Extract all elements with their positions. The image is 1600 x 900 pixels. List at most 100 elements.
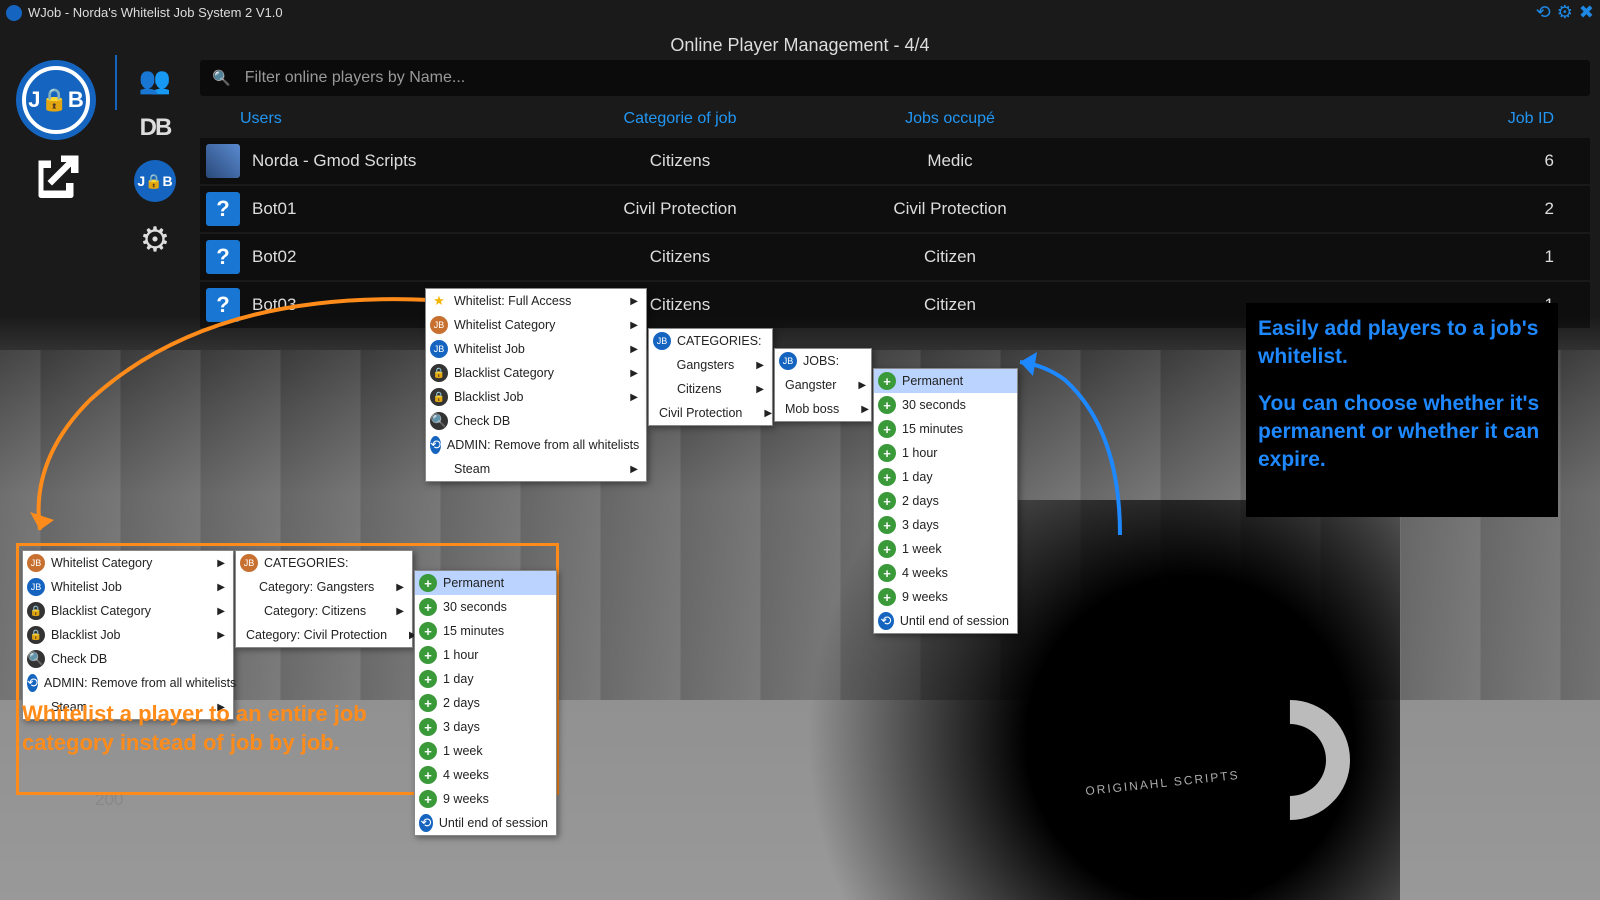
menu-item[interactable]: Mob boss▶ xyxy=(775,397,871,421)
menu-item[interactable]: 🔒Blacklist Job▶ xyxy=(426,385,646,409)
menu-item[interactable]: +1 hour xyxy=(874,441,1017,465)
number-200: 200 xyxy=(95,790,123,810)
menu-item[interactable]: +9 weeks xyxy=(874,585,1017,609)
menu-item[interactable]: +Permanent xyxy=(874,369,1017,393)
menu-item[interactable]: +1 hour xyxy=(415,643,556,667)
chevron-right-icon: ▶ xyxy=(740,384,764,395)
plus-icon: + xyxy=(878,588,896,606)
gear-icon[interactable]: ⚙ xyxy=(140,220,170,260)
menu-item[interactable]: +1 day xyxy=(415,667,556,691)
menu-item[interactable]: Gangster▶ xyxy=(775,373,871,397)
menu-item[interactable]: JBWhitelist Job▶ xyxy=(426,337,646,361)
menu-item-label: Whitelist Category xyxy=(51,556,152,570)
context-submenu-duration[interactable]: +Permanent+30 seconds+15 minutes+1 hour+… xyxy=(873,368,1018,634)
chevron-right-icon: ▶ xyxy=(740,360,764,371)
plus-icon: + xyxy=(419,670,437,688)
menu-item[interactable]: JBWhitelist Category▶ xyxy=(23,551,233,575)
chevron-right-icon: ▶ xyxy=(614,320,638,331)
menu-item[interactable]: ⟲Until end of session xyxy=(415,811,556,835)
menu-item[interactable]: JBCATEGORIES: xyxy=(236,551,412,575)
menu-item[interactable]: Steam▶ xyxy=(426,457,646,481)
menu-item[interactable]: 🔒Blacklist Job▶ xyxy=(23,623,233,647)
menu-item[interactable]: Citizens▶ xyxy=(649,377,772,401)
menu-item[interactable]: JBCATEGORIES: xyxy=(649,329,772,353)
plus-icon: + xyxy=(878,420,896,438)
players-icon[interactable]: 👥 xyxy=(139,65,171,96)
menu-item[interactable]: +15 minutes xyxy=(415,619,556,643)
menu-item-label: Blacklist Category xyxy=(454,366,554,380)
menu-item-label: Check DB xyxy=(51,652,107,666)
mag-icon: 🔍 xyxy=(430,412,448,430)
menu-item[interactable]: +1 week xyxy=(874,537,1017,561)
menu-item[interactable]: 🔍Check DB xyxy=(426,409,646,433)
wj-icon: JB xyxy=(430,316,448,334)
menu-item[interactable]: Category: Civil Protection▶ xyxy=(236,623,412,647)
close-icon[interactable]: ✖ xyxy=(1579,2,1594,23)
menu-item[interactable]: 🔒Blacklist Category▶ xyxy=(426,361,646,385)
menu-item[interactable]: +Permanent xyxy=(415,571,556,595)
menu-item[interactable]: Gangsters▶ xyxy=(649,353,772,377)
context-menu-main-2[interactable]: JBWhitelist Category▶JBWhitelist Job▶🔒Bl… xyxy=(22,550,234,720)
context-submenu-categories[interactable]: JBCATEGORIES:Gangsters▶Citizens▶Civil Pr… xyxy=(648,328,773,426)
table-row[interactable]: Bot01 Civil Protection Civil Protection … xyxy=(200,186,1590,232)
menu-item-label: 1 hour xyxy=(902,446,937,460)
menu-item[interactable]: +2 days xyxy=(415,691,556,715)
menu-item[interactable]: Category: Gangsters▶ xyxy=(236,575,412,599)
menu-item[interactable]: +4 weeks xyxy=(874,561,1017,585)
menu-item[interactable]: 🔒Blacklist Category▶ xyxy=(23,599,233,623)
settings-icon[interactable]: ⚙ xyxy=(1557,2,1573,23)
table-row[interactable]: Bot02 Citizens Citizen 1 xyxy=(200,234,1590,280)
menu-item[interactable]: Civil Protection▶ xyxy=(649,401,772,425)
sidebar: J🔒B xyxy=(6,60,106,224)
lock-icon: 🔒 xyxy=(27,602,45,620)
menu-item[interactable]: JBJOBS: xyxy=(775,349,871,373)
table-row[interactable]: Norda - Gmod Scripts Citizens Medic 6 xyxy=(200,138,1590,184)
context-submenu-duration-2[interactable]: +Permanent+30 seconds+15 minutes+1 hour+… xyxy=(414,570,557,836)
col-users: Users xyxy=(240,110,550,128)
context-submenu-categories-2[interactable]: JBCATEGORIES:Category: Gangsters▶Categor… xyxy=(235,550,413,648)
menu-item-label: 2 days xyxy=(443,696,480,710)
menu-item[interactable]: JBWhitelist Category▶ xyxy=(426,313,646,337)
menu-item[interactable]: Category: Citizens▶ xyxy=(236,599,412,623)
caption-blue: Easily add players to a job's whitelist.… xyxy=(1246,303,1558,517)
plus-icon: + xyxy=(878,540,896,558)
menu-item[interactable]: +30 seconds xyxy=(874,393,1017,417)
menu-item-label: Blacklist Job xyxy=(51,628,120,642)
app-icon xyxy=(6,5,22,21)
context-menu-main[interactable]: ★Whitelist: Full Access▶JBWhitelist Cate… xyxy=(425,288,647,482)
plus-icon: + xyxy=(878,492,896,510)
menu-item[interactable]: +9 weeks xyxy=(415,787,556,811)
menu-item[interactable]: JBWhitelist Job▶ xyxy=(23,575,233,599)
caption-blue-line1: Easily add players to a job's whitelist. xyxy=(1258,315,1546,372)
menu-item[interactable]: +3 days xyxy=(415,715,556,739)
refresh-icon[interactable]: ⟲ xyxy=(1536,2,1551,23)
menu-item[interactable]: +1 week xyxy=(415,739,556,763)
menu-item-label: 1 week xyxy=(902,542,942,556)
cell-jobid: 6 xyxy=(1090,151,1574,171)
cell-category: Citizens xyxy=(550,247,810,267)
context-submenu-jobs[interactable]: JBJOBS:Gangster▶Mob boss▶ xyxy=(774,348,872,422)
cell-jobid: 1 xyxy=(1090,247,1574,267)
menu-item-label: 1 day xyxy=(902,470,933,484)
menu-item[interactable]: +1 day xyxy=(874,465,1017,489)
database-button[interactable]: DB xyxy=(140,114,171,142)
menu-item[interactable]: ⟲ADMIN: Remove from all whitelists xyxy=(426,433,646,457)
menu-item[interactable]: +3 days xyxy=(874,513,1017,537)
menu-item[interactable]: 🔍Check DB xyxy=(23,647,233,671)
bw-icon: JB xyxy=(653,332,671,350)
menu-item[interactable]: ★Whitelist: Full Access▶ xyxy=(426,289,646,313)
plus-icon: + xyxy=(419,742,437,760)
menu-item[interactable]: +2 days xyxy=(874,489,1017,513)
menu-item[interactable]: ⟲ADMIN: Remove from all whitelists xyxy=(23,671,233,695)
menu-item[interactable]: +4 weeks xyxy=(415,763,556,787)
menu-item-label: 2 days xyxy=(902,494,939,508)
ref-icon: ⟲ xyxy=(430,436,441,454)
menu-item[interactable]: +15 minutes xyxy=(874,417,1017,441)
app-logo[interactable]: J🔒B xyxy=(16,60,96,140)
wjob-mini-icon[interactable]: J🔒B xyxy=(134,160,176,202)
export-button[interactable] xyxy=(21,148,91,218)
plus-icon: + xyxy=(878,564,896,582)
menu-item[interactable]: +30 seconds xyxy=(415,595,556,619)
menu-item[interactable]: ⟲Until end of session xyxy=(874,609,1017,633)
search-input[interactable] xyxy=(245,69,1578,87)
